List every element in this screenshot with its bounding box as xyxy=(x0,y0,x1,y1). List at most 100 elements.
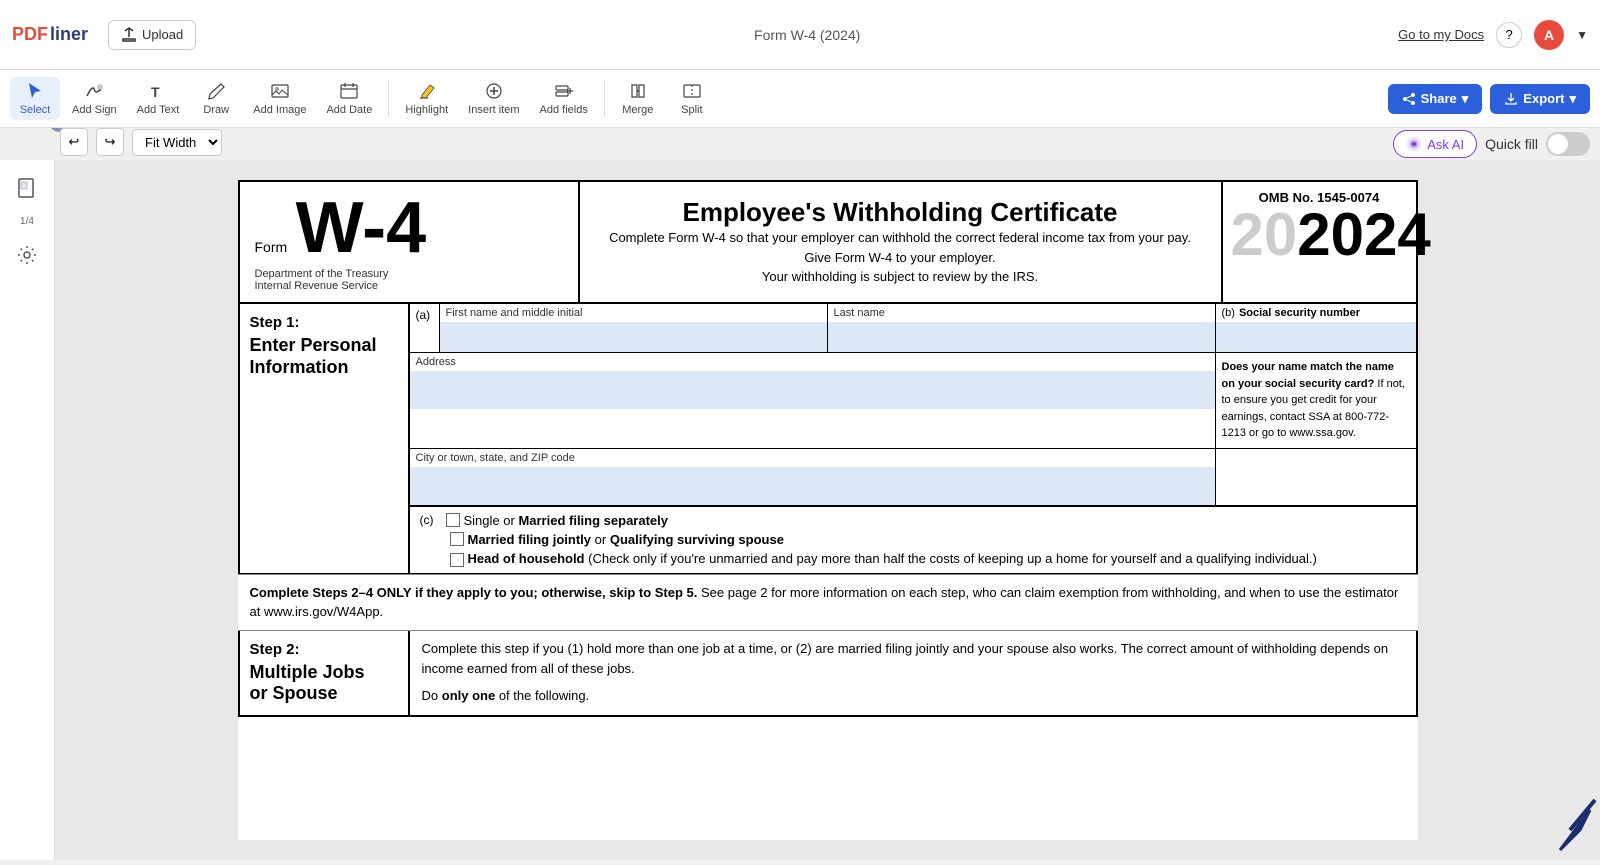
field-a-label-cell: (a) xyxy=(410,304,440,352)
form-subtitle3: Your withholding is subject to review by… xyxy=(595,267,1206,287)
address-label: Address xyxy=(410,353,1215,371)
lastname-input[interactable] xyxy=(828,322,1215,352)
irs-label: Internal Revenue Service xyxy=(255,280,563,292)
add-sign-icon xyxy=(84,81,104,101)
step2-number: Step 2: xyxy=(250,641,398,658)
firstname-label: First name and middle initial xyxy=(440,304,827,322)
page-icon xyxy=(16,177,38,199)
tool-add-date[interactable]: Add Date xyxy=(318,77,380,120)
checkbox-married-jointly[interactable] xyxy=(450,532,464,546)
export-icon xyxy=(1504,92,1518,106)
toolbar-separator-2 xyxy=(604,81,605,117)
share-label: Share xyxy=(1421,91,1457,106)
tool-highlight[interactable]: Highlight xyxy=(397,77,456,120)
merge-icon xyxy=(628,81,648,101)
quick-fill-area: Ask AI Quick fill xyxy=(1393,130,1590,158)
left-sidebar: 1/4 xyxy=(0,160,55,860)
form-prefix: Form xyxy=(255,239,288,255)
firstname-cell: First name and middle initial xyxy=(440,304,828,352)
split-icon xyxy=(682,81,702,101)
draw-icon xyxy=(206,81,226,101)
step2-label: Step 2: Multiple Jobs or Spouse xyxy=(240,631,410,715)
tool-merge[interactable]: Merge xyxy=(613,77,663,120)
export-dropdown[interactable]: ▾ xyxy=(1569,91,1576,107)
share-dropdown[interactable]: ▾ xyxy=(1462,91,1469,107)
insert-item-icon xyxy=(484,81,504,101)
checkbox-single[interactable] xyxy=(446,513,460,527)
toolbar-separator-1 xyxy=(388,81,389,117)
step1-number: Step 1: xyxy=(250,314,398,331)
tool-add-text[interactable]: T Add Text xyxy=(129,77,188,120)
form-subtitle2: Give Form W-4 to your employer. xyxy=(595,248,1206,268)
header-right: Go to my Docs ? A ▼ xyxy=(1398,20,1588,50)
page-indicator: 1/4 xyxy=(20,216,34,227)
tool-split[interactable]: Split xyxy=(667,77,717,120)
step1-section: Step 1: Enter Personal Information (a) F… xyxy=(238,304,1418,575)
tool-draw[interactable]: Draw xyxy=(191,77,241,120)
checkbox3-label: Head of household (Check only if you're … xyxy=(468,551,1317,566)
info-section: Complete Steps 2–4 ONLY if they apply to… xyxy=(238,574,1418,631)
redo-button[interactable]: ↪ xyxy=(96,128,124,156)
step2-section: Step 2: Multiple Jobs or Spouse Complete… xyxy=(238,631,1418,717)
help-button[interactable]: ? xyxy=(1496,22,1522,48)
city-right-spacer xyxy=(1216,449,1416,505)
undo-button[interactable]: ↩ xyxy=(60,128,88,156)
header: PDF liner Upload Form W-4 (2024) Go to m… xyxy=(0,0,1600,70)
form-header-right: OMB No. 1545-0074 202024 xyxy=(1221,182,1416,302)
firstname-input[interactable] xyxy=(440,322,827,352)
form-number: W-4 xyxy=(296,188,427,268)
tool-add-fields[interactable]: Add fields xyxy=(532,77,596,120)
tool-select[interactable]: Select xyxy=(10,77,60,120)
upload-icon xyxy=(121,27,137,43)
export-label: Export xyxy=(1523,91,1564,106)
upload-button[interactable]: Upload xyxy=(108,20,196,50)
ssn-header-cell: (b) Social security number xyxy=(1216,304,1416,352)
logo-pdf: PDF xyxy=(12,24,48,45)
quick-fill-label: Quick fill xyxy=(1485,136,1538,152)
quick-fill-toggle[interactable] xyxy=(1546,132,1590,156)
sidebar-page-icon[interactable] xyxy=(9,170,45,206)
ask-ai-button[interactable]: Ask AI xyxy=(1393,130,1477,158)
header-dropdown[interactable]: ▼ xyxy=(1576,28,1588,42)
add-image-icon xyxy=(270,81,290,101)
avatar[interactable]: A xyxy=(1534,20,1564,50)
ask-ai-icon xyxy=(1406,136,1422,152)
highlight-icon xyxy=(417,81,437,101)
address-input[interactable] xyxy=(410,371,1215,409)
sidebar-settings-icon[interactable] xyxy=(9,237,45,273)
checkbox-row-head: Head of household (Check only if you're … xyxy=(450,551,1406,567)
select-icon xyxy=(25,81,45,101)
main-content: Form W-4 Department of the Treasury Inte… xyxy=(55,160,1600,860)
city-label: City or town, state, and ZIP code xyxy=(410,449,1215,467)
toolbar: Select Add Sign T Add Text Draw Add Imag… xyxy=(0,70,1600,128)
share-icon xyxy=(1402,92,1416,106)
checkbox-section: (c) Single or Married filing separately … xyxy=(410,506,1416,573)
step2-do: Do only one of the following. xyxy=(422,686,1404,707)
step1-label: Step 1: Enter Personal Information xyxy=(240,304,410,573)
fit-width-select[interactable]: Fit Width xyxy=(132,129,222,156)
checkbox1-label: Single or Married filing separately xyxy=(464,513,669,528)
checkbox-head-of-household[interactable] xyxy=(450,553,464,567)
lastname-cell: Last name xyxy=(828,304,1216,352)
address-row: Address Does your name match the name on… xyxy=(410,353,1416,449)
share-button[interactable]: Share ▾ xyxy=(1388,84,1483,114)
step2-desc: Complete this step if you (1) hold more … xyxy=(422,639,1404,681)
tool-insert-item[interactable]: Insert item xyxy=(460,77,527,120)
checkbox2-label: Married filing jointly or Qualifying sur… xyxy=(468,532,784,547)
city-input[interactable] xyxy=(410,467,1215,505)
form-header: Form W-4 Department of the Treasury Inte… xyxy=(238,180,1418,304)
form-label-area: Form W-4 xyxy=(255,192,563,264)
address-cell: Address xyxy=(410,353,1216,448)
form-container: Form W-4 Department of the Treasury Inte… xyxy=(238,180,1418,840)
form-header-center: Employee's Withholding Certificate Compl… xyxy=(580,182,1221,302)
add-fields-icon xyxy=(554,81,574,101)
ssn-input[interactable] xyxy=(1216,322,1416,352)
field-a-label: (a) xyxy=(416,308,431,322)
name-row: (a) First name and middle initial Last n… xyxy=(410,304,1416,353)
go-to-docs-link[interactable]: Go to my Docs xyxy=(1398,27,1484,42)
tool-add-image[interactable]: Add Image xyxy=(245,77,314,120)
tool-add-sign[interactable]: Add Sign xyxy=(64,77,125,120)
info-text-bold: Complete Steps 2–4 ONLY if they apply to… xyxy=(250,585,698,600)
checkbox-row-c-label: (c) Single or Married filing separately xyxy=(420,513,1406,528)
export-button[interactable]: Export ▾ xyxy=(1490,84,1590,114)
